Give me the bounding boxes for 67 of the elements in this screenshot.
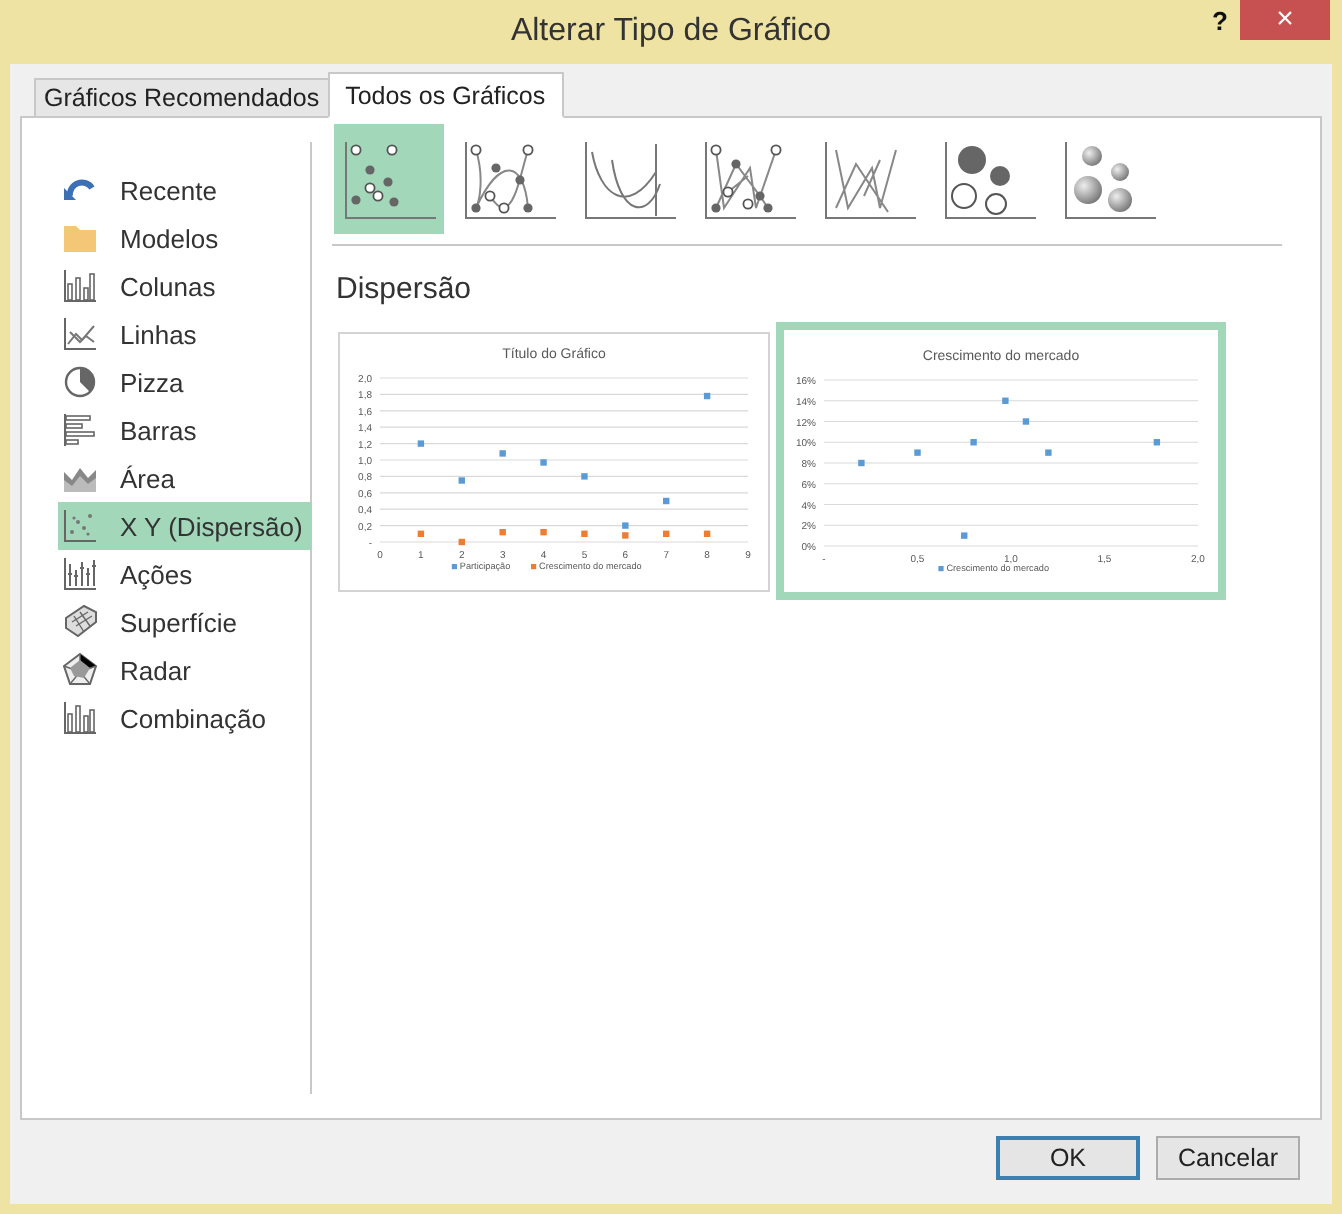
data-point xyxy=(970,439,977,446)
data-point xyxy=(417,439,425,446)
pie-chart-icon xyxy=(62,364,98,400)
data-point xyxy=(663,529,670,536)
chart-category-item[interactable]: X Y (Dispersão) xyxy=(58,502,312,550)
data-point xyxy=(622,521,629,528)
category-label: Combinação xyxy=(120,703,266,733)
tab[interactable]: Gráficos Recomendados xyxy=(34,78,330,118)
ok-button[interactable]: OK xyxy=(995,1136,1140,1180)
scatter-chart-icon xyxy=(62,508,98,544)
tab[interactable]: Todos os Gráficos xyxy=(327,72,564,118)
data-point xyxy=(1022,418,1030,425)
category-label: Pizza xyxy=(120,367,184,397)
data-point xyxy=(663,496,670,504)
stock-chart-icon xyxy=(62,556,98,592)
radar-chart-icon xyxy=(62,652,98,688)
combo-chart-icon xyxy=(62,700,98,736)
chart-category-item[interactable]: Modelos xyxy=(58,214,312,262)
chart-category-item[interactable]: Área xyxy=(58,454,312,502)
bar-chart-icon xyxy=(62,412,98,448)
chart-category-item[interactable]: Colunas xyxy=(58,262,312,310)
cancel-button[interactable]: Cancelar xyxy=(1155,1136,1300,1180)
line-chart-icon xyxy=(62,316,98,352)
data-point xyxy=(1045,449,1052,456)
chart-category-item[interactable]: Radar xyxy=(58,646,312,694)
data-point xyxy=(703,391,711,399)
column-chart-icon xyxy=(62,268,98,304)
data-point xyxy=(622,531,629,538)
chart-category-item[interactable]: Recente xyxy=(58,166,312,214)
folder-icon xyxy=(62,220,98,256)
data-point xyxy=(581,472,588,479)
close-button[interactable]: × xyxy=(1240,0,1330,40)
category-label: Modelos xyxy=(120,223,219,253)
help-button[interactable]: ? xyxy=(1206,6,1234,36)
category-label: Barras xyxy=(120,415,197,445)
data-point xyxy=(540,458,547,465)
data-point xyxy=(961,532,968,539)
chart-category-item[interactable]: Superfície xyxy=(58,598,312,646)
data-point xyxy=(914,449,921,456)
category-label: Colunas xyxy=(120,271,216,301)
category-label: Linhas xyxy=(120,319,197,349)
data-point xyxy=(540,527,547,535)
data-point xyxy=(858,459,865,467)
data-point xyxy=(417,529,425,536)
chart-category-item[interactable]: Ações xyxy=(58,550,312,598)
category-label: Ações xyxy=(120,559,193,589)
surface-chart-icon xyxy=(62,604,98,640)
window-title: Alterar Tipo de Gráfico xyxy=(510,14,832,50)
chart-category-item[interactable]: Linhas xyxy=(58,310,312,358)
data-point xyxy=(1153,439,1161,446)
data-point xyxy=(458,537,465,545)
data-point xyxy=(581,529,588,536)
category-label: Superfície xyxy=(120,607,238,637)
category-label: Área xyxy=(120,463,175,493)
chart-category-item[interactable]: Pizza xyxy=(58,358,312,406)
data-point xyxy=(1002,397,1009,404)
category-label: Radar xyxy=(120,655,191,685)
data-point xyxy=(703,529,711,536)
category-label: X Y (Dispersão) xyxy=(120,511,303,541)
category-label: Recente xyxy=(120,175,217,205)
data-point xyxy=(499,527,506,535)
chart-category-item[interactable]: Combinação xyxy=(58,694,312,742)
data-point xyxy=(458,476,465,483)
chart-type-button[interactable] xyxy=(334,124,444,234)
chart-category-item[interactable]: Barras xyxy=(58,406,312,454)
section-title: Dispersão xyxy=(336,272,474,306)
data-point xyxy=(499,449,506,456)
